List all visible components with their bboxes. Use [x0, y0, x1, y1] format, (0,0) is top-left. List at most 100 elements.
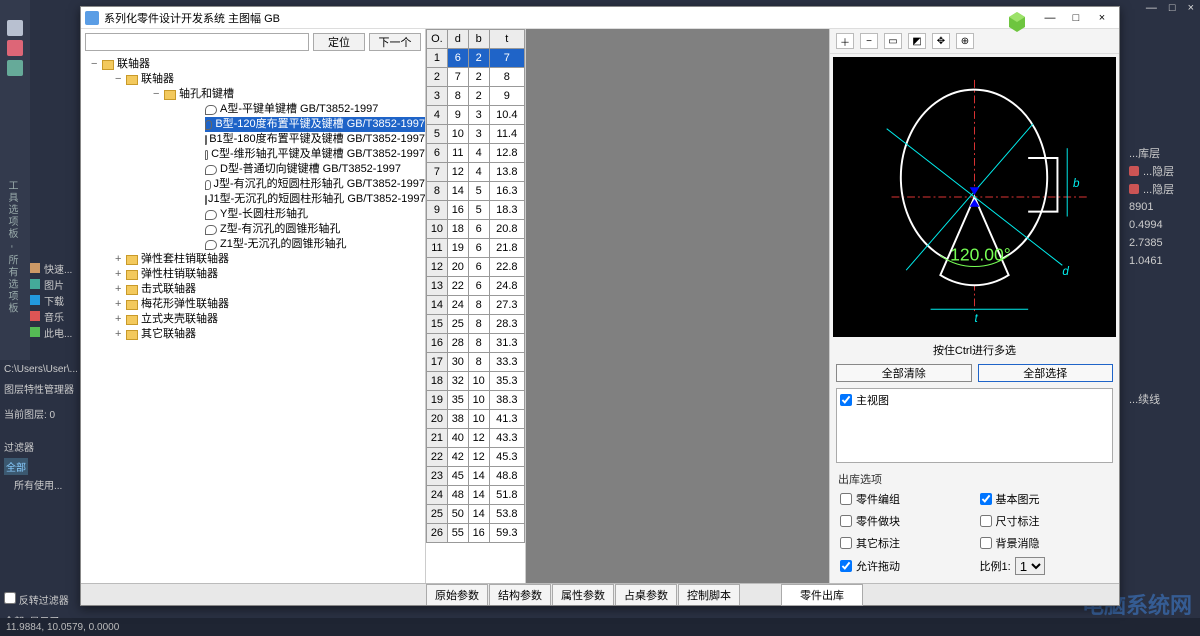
drawing-preview[interactable]: 120.00° t b d	[833, 57, 1116, 337]
tab-结构参数[interactable]: 结构参数	[489, 584, 551, 605]
tree-leaf[interactable]: J1型-无沉孔的短圆柱形轴孔 GB/T3852-1997	[205, 192, 425, 207]
tree-leaf[interactable]: B1型-180度布置平键及键槽 GB/T3852-1997	[205, 132, 425, 147]
tree-node[interactable]: +其它联轴器	[115, 327, 425, 342]
table-header[interactable]: t	[489, 30, 524, 49]
tree-leaf[interactable]: Y型-长圆柱形轴孔	[205, 207, 425, 222]
table-row[interactable]: 1220622.8	[427, 258, 525, 277]
pan-icon[interactable]: ✥	[932, 33, 950, 49]
layer-row[interactable]: 1.0461	[1129, 252, 1196, 270]
table-row[interactable]: 20381041.3	[427, 410, 525, 429]
tree-node[interactable]: +弹性套柱销联轴器	[115, 252, 425, 267]
tree-node[interactable]: +梅花形弹性联轴器	[115, 297, 425, 312]
tool-icon[interactable]	[7, 40, 23, 56]
tree-leaf[interactable]: Z1型-无沉孔的圆锥形轴孔	[205, 237, 425, 252]
tool-icon[interactable]	[7, 20, 23, 36]
layer-row[interactable]: 8901	[1129, 198, 1196, 216]
table-row[interactable]: 2728	[427, 68, 525, 87]
main-view-checkbox[interactable]	[840, 394, 852, 406]
table-row[interactable]: 1628831.3	[427, 334, 525, 353]
app-close-icon[interactable]: ×	[1188, 2, 1194, 18]
tree-leaf[interactable]: B型-120度布置平键及键槽 GB/T3852-1997	[205, 117, 425, 132]
tree-leaf[interactable]: Z型-有沉孔的圆锥形轴孔	[205, 222, 425, 237]
tree-node-root[interactable]: 联轴器	[117, 57, 150, 72]
tree-node[interactable]: 轴孔和键槽	[179, 87, 234, 102]
table-row[interactable]: 1018620.8	[427, 220, 525, 239]
table-row[interactable]: 1627	[427, 49, 525, 68]
tab-占桌参数[interactable]: 占桌参数	[615, 584, 677, 605]
table-row[interactable]: 1424827.3	[427, 296, 525, 315]
table-row[interactable]: 1525828.3	[427, 315, 525, 334]
filter-all[interactable]: 全部	[4, 458, 28, 475]
filter-used[interactable]: 所有使用...	[4, 477, 84, 492]
layer-row[interactable]: 0.4994	[1129, 216, 1196, 234]
tree-node[interactable]: +弹性柱销联轴器	[115, 267, 425, 282]
tree-node[interactable]: +立式夹壳联轴器	[115, 312, 425, 327]
part-block-checkbox[interactable]	[840, 515, 852, 527]
tab-属性参数[interactable]: 属性参数	[552, 584, 614, 605]
tab-原始参数[interactable]: 原始参数	[426, 584, 488, 605]
layer-row[interactable]: 2.7385	[1129, 234, 1196, 252]
zoom-window-icon[interactable]: ▭	[884, 33, 902, 49]
table-row[interactable]: 26551659.3	[427, 524, 525, 543]
other-annotate-checkbox[interactable]	[840, 537, 852, 549]
table-row[interactable]: 611412.8	[427, 144, 525, 163]
tree-node[interactable]: +击式联轴器	[115, 282, 425, 297]
locate-button[interactable]: 定位	[313, 33, 365, 51]
table-row[interactable]: 712413.8	[427, 163, 525, 182]
view-selection-list[interactable]: 主视图	[836, 388, 1113, 463]
table-row[interactable]: 25501453.8	[427, 505, 525, 524]
dialog-close-icon[interactable]: ×	[1089, 12, 1115, 24]
next-button[interactable]: 下一个	[369, 33, 421, 51]
table-row[interactable]: 22421245.3	[427, 448, 525, 467]
tree-leaf[interactable]: A型-平键单键槽 GB/T3852-1997	[205, 102, 425, 117]
layer-row[interactable]: ...隐层	[1129, 180, 1196, 198]
invert-filter-checkbox[interactable]	[4, 592, 16, 604]
zoom-extents-icon[interactable]: ◩	[908, 33, 926, 49]
tree-leaf[interactable]: C型-维形轴孔平键及单键槽 GB/T3852-1997	[205, 147, 425, 162]
zoom-out-icon[interactable]: −	[860, 33, 878, 49]
parts-tree[interactable]: −联轴器 −联轴器 −轴孔和键槽 A型-平键单键槽 GB/T3852-1997B…	[81, 55, 425, 583]
table-row[interactable]: 3829	[427, 87, 525, 106]
app-minimize-icon[interactable]: —	[1146, 2, 1157, 18]
tree-node[interactable]: 联轴器	[141, 72, 174, 87]
table-row[interactable]: 21401243.3	[427, 429, 525, 448]
search-input[interactable]	[85, 33, 309, 51]
layer-row[interactable]: ...库层	[1129, 144, 1196, 162]
background-hide-checkbox[interactable]	[980, 537, 992, 549]
dimension-annotate-checkbox[interactable]	[980, 515, 992, 527]
table-row[interactable]: 916518.3	[427, 201, 525, 220]
allow-drag-checkbox[interactable]	[840, 560, 852, 572]
table-row[interactable]: 19351038.3	[427, 391, 525, 410]
clear-all-button[interactable]: 全部清除	[836, 364, 972, 382]
table-row[interactable]: 814516.3	[427, 182, 525, 201]
zoom-fit-icon[interactable]: ⊕	[956, 33, 974, 49]
select-all-button[interactable]: 全部选择	[978, 364, 1114, 382]
part-icon	[205, 240, 217, 250]
table-row[interactable]: 18321035.3	[427, 372, 525, 391]
dialog-minimize-icon[interactable]: —	[1037, 12, 1063, 24]
app-maximize-icon[interactable]: □	[1169, 2, 1176, 18]
table-row[interactable]: 1119621.8	[427, 239, 525, 258]
table-header[interactable]: b	[468, 30, 489, 49]
tab-控制脚本[interactable]: 控制脚本	[678, 584, 740, 605]
part-group-checkbox[interactable]	[840, 493, 852, 505]
table-row[interactable]: 23451448.8	[427, 467, 525, 486]
table-row[interactable]: 49310.4	[427, 106, 525, 125]
table-row[interactable]: 510311.4	[427, 125, 525, 144]
layer-row[interactable]: ...续线	[1129, 390, 1196, 408]
table-row[interactable]: 1322624.8	[427, 277, 525, 296]
scale-select[interactable]: 1	[1015, 557, 1045, 575]
basic-primitive-checkbox[interactable]	[980, 493, 992, 505]
tree-leaf[interactable]: D型-普通切向键键槽 GB/T3852-1997	[205, 162, 425, 177]
table-header[interactable]: O.	[427, 30, 448, 49]
layer-row[interactable]: ...隐层	[1129, 162, 1196, 180]
tool-icon[interactable]	[7, 60, 23, 76]
export-part-button[interactable]: 零件出库	[781, 584, 863, 606]
table-header[interactable]: d	[447, 30, 468, 49]
zoom-in-icon[interactable]: ＋	[836, 33, 854, 49]
dialog-maximize-icon[interactable]: □	[1063, 12, 1089, 24]
tree-leaf[interactable]: J型-有沉孔的短圆柱形轴孔 GB/T3852-1997	[205, 177, 425, 192]
table-row[interactable]: 24481451.8	[427, 486, 525, 505]
parameter-table[interactable]: O.dbt 16272728382949310.4510311.4611412.…	[426, 29, 525, 543]
table-row[interactable]: 1730833.3	[427, 353, 525, 372]
